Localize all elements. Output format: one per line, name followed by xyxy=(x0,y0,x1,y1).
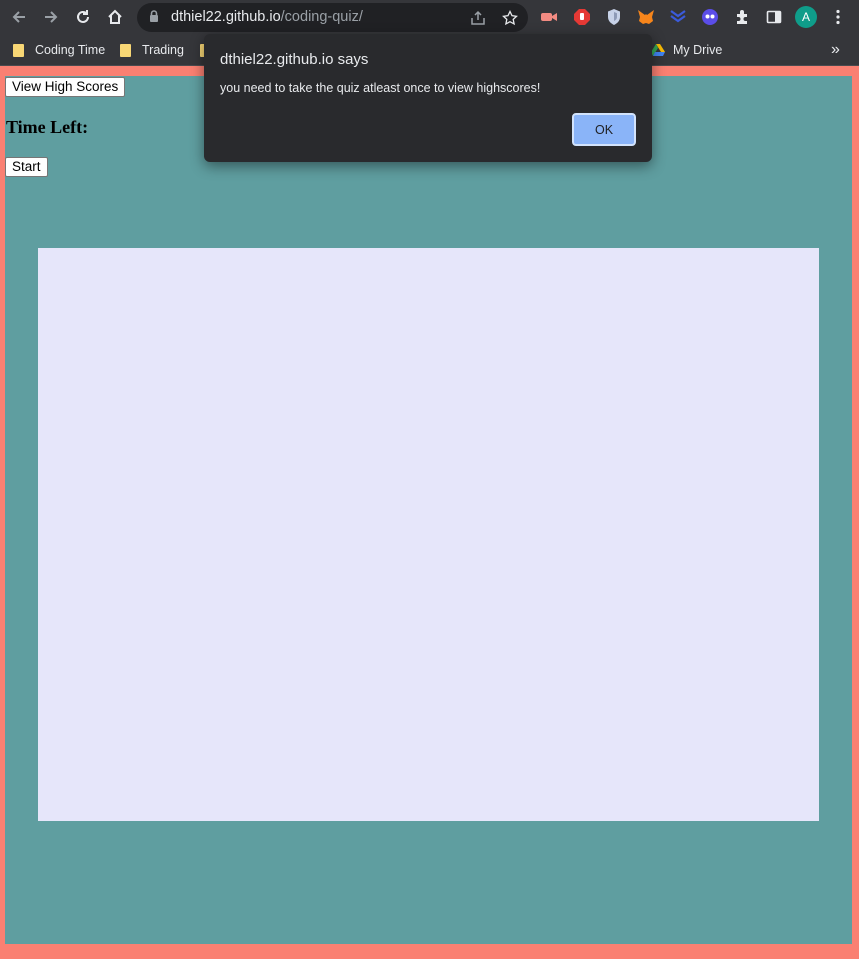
forward-icon[interactable] xyxy=(39,5,63,29)
quiz-area xyxy=(38,248,819,821)
video-extension-icon[interactable] xyxy=(539,7,559,27)
reload-icon[interactable] xyxy=(71,5,95,29)
metamask-fox-icon[interactable] xyxy=(636,7,656,27)
extensions-icon[interactable] xyxy=(732,7,752,27)
bookmark-label: My Drive xyxy=(673,43,723,57)
shield-icon[interactable] xyxy=(604,7,624,27)
share-icon[interactable] xyxy=(468,8,488,28)
start-button[interactable]: Start xyxy=(5,157,48,177)
address-bar[interactable]: dthiel22.github.io/coding-quiz/ xyxy=(137,3,528,32)
bookmark-coding-time[interactable]: Coding Time xyxy=(13,41,105,59)
ok-button[interactable]: OK xyxy=(572,113,636,146)
lock-icon[interactable] xyxy=(149,10,159,28)
bookmark-label: Coding Time xyxy=(35,43,106,57)
google-drive-icon xyxy=(651,44,665,56)
side-panel-icon[interactable] xyxy=(764,7,784,27)
back-icon[interactable] xyxy=(7,5,31,29)
profile-avatar[interactable]: A xyxy=(795,6,817,28)
page-body: View High Scores Time Left: Start xyxy=(5,76,852,944)
dialog-message: you need to take the quiz atleast once t… xyxy=(220,81,541,95)
bookmark-trading[interactable]: Trading xyxy=(120,41,184,59)
adblock-icon[interactable] xyxy=(572,7,592,27)
time-left-label: Time Left: xyxy=(6,117,89,137)
folder-icon xyxy=(120,43,131,57)
home-icon[interactable] xyxy=(103,5,127,29)
alert-dialog: dthiel22.github.io says you need to take… xyxy=(204,34,652,162)
bookmarks-overflow-button[interactable]: » xyxy=(831,41,840,59)
view-high-scores-button[interactable]: View High Scores xyxy=(5,77,126,97)
chevrons-extension-icon[interactable] xyxy=(668,7,688,27)
bookmark-my-drive[interactable]: My Drive xyxy=(651,41,722,59)
browser-toolbar: dthiel22.github.io/coding-quiz/ A xyxy=(0,0,859,34)
menu-icon[interactable] xyxy=(828,7,848,27)
url-text: dthiel22.github.io/coding-quiz/ xyxy=(171,9,363,25)
chat-extension-icon[interactable] xyxy=(700,7,720,27)
bookmark-star-icon[interactable] xyxy=(500,8,520,28)
folder-icon xyxy=(13,43,24,57)
bookmark-label: Trading xyxy=(142,43,184,57)
page-border: View High Scores Time Left: Start xyxy=(0,67,859,959)
dialog-title: dthiel22.github.io says xyxy=(220,51,369,68)
